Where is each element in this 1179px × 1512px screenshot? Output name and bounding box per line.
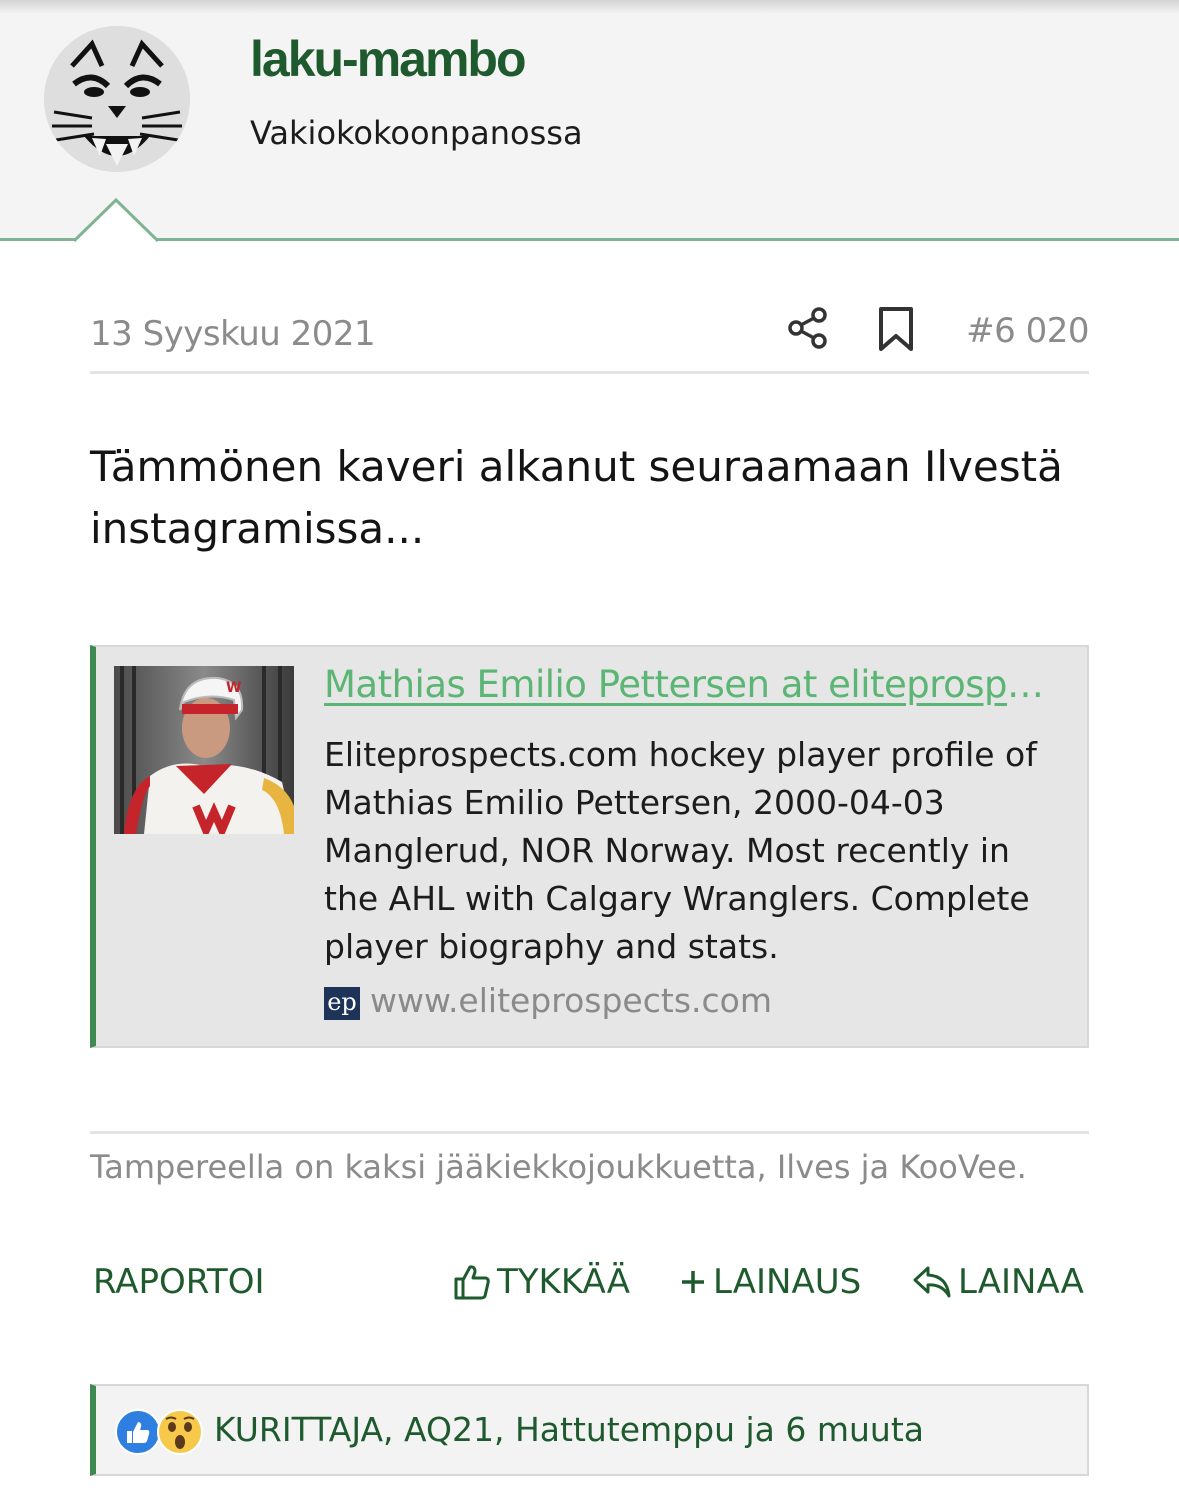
share-icon [788, 307, 827, 349]
like-label: TYKKÄÄ [497, 1262, 630, 1302]
post-actions: RAPORTOI TYKKÄÄ LAINAUS LAINAA [90, 1262, 1089, 1312]
reactions-text: KURITTAJA, AQ21, Hattutemppu ja 6 muuta [214, 1410, 924, 1449]
lynx-avatar-icon [44, 26, 190, 172]
post-author-header: laku-mambo Vakiokokoonpanossa [0, 0, 1179, 243]
post-number[interactable]: #6 020 [966, 311, 1089, 351]
quote-label: LAINAA [958, 1262, 1084, 1302]
quote-button[interactable]: LAINAA [912, 1262, 1084, 1302]
favicon-text: ep [327, 988, 357, 1016]
username[interactable]: laku-mambo [250, 30, 527, 88]
avatar[interactable] [44, 26, 190, 172]
header-pointer [74, 198, 160, 243]
thumb-logo: W [226, 680, 241, 696]
post-body: Tämmönen kaveri alkanut seuraamaan Ilves… [90, 442, 1063, 553]
multiquote-label: LAINAUS [713, 1262, 862, 1302]
reactions-bar[interactable]: KURITTAJA, AQ21, Hattutemppu ja 6 muuta [90, 1384, 1089, 1476]
signature: Tampereella on kaksi jääkiekkojoukkuetta… [90, 1131, 1089, 1186]
reply-icon [913, 1266, 951, 1298]
bookmark-icon [879, 307, 913, 351]
thumbs-up-icon [454, 1265, 490, 1300]
user-title: Vakiokokoonpanossa [250, 114, 583, 152]
card-title-link[interactable]: Mathias Emilio Pettersen at eliteprospec… [324, 663, 1066, 706]
post-meta: 13 Syyskuu 2021 #6 020 [90, 300, 1089, 374]
eliteprospects-favicon-icon: ep [324, 987, 360, 1020]
card-domain[interactable]: www.eliteprospects.com [370, 981, 772, 1020]
like-button[interactable]: TYKKÄÄ [453, 1262, 630, 1302]
bookmark-button[interactable] [876, 306, 916, 352]
share-button[interactable] [786, 306, 830, 350]
hockey-player-image: W [114, 666, 294, 834]
reaction-icons [115, 1409, 203, 1455]
report-button[interactable]: RAPORTOI [93, 1262, 264, 1302]
card-description: Eliteprospects.com hockey player profile… [324, 735, 1037, 966]
multiquote-button[interactable]: LAINAUS [679, 1262, 861, 1302]
card-thumbnail[interactable]: W [114, 666, 294, 834]
report-label: RAPORTOI [93, 1262, 265, 1302]
link-preview-card[interactable]: W Mathias Emilio Pettersen at eliteprosp… [90, 645, 1089, 1048]
like-reaction-icon [115, 1409, 161, 1455]
wow-reaction-icon [157, 1409, 203, 1455]
post-date[interactable]: 13 Syyskuu 2021 [90, 314, 376, 354]
plus-icon [682, 1271, 704, 1293]
